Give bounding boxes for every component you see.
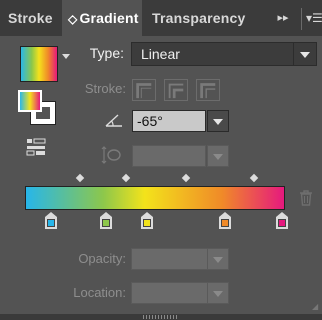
location-input[interactable] [131,282,209,304]
type-dropdown-button[interactable] [293,43,316,65]
angle-dropdown-button[interactable] [207,110,229,132]
chevron-down-icon [213,291,223,297]
opacity-input[interactable] [131,248,209,270]
angle-icon [105,114,122,127]
chevron-down-icon [213,257,223,263]
stroke-across-icon[interactable] [196,79,220,101]
tab-bar: Stroke ◇ Gradient Transparency ▸▸ ▾☰ [0,0,322,36]
midpoint-marker[interactable] [249,173,259,183]
midpoint-marker[interactable] [122,173,131,183]
angle-input[interactable]: -65° [132,110,206,132]
trash-icon[interactable] [299,190,313,206]
type-label: Type: [89,45,124,61]
fill-swatch[interactable] [18,90,42,112]
gradient-swatch[interactable] [20,46,58,82]
type-select[interactable]: Linear [131,42,317,66]
color-stop[interactable] [99,212,112,229]
gradient-slider[interactable] [25,186,285,210]
reverse-gradient-icon[interactable] [26,138,46,156]
location-label: Location: [73,285,126,300]
tab-overflow-icon[interactable]: ▸▸ [272,0,294,36]
type-value: Linear [141,46,180,62]
stroke-along-icon[interactable] [164,79,188,101]
color-stop[interactable] [141,212,154,229]
updown-icon: ◇ [68,12,78,26]
chevron-down-icon [213,119,223,125]
midpoint-marker[interactable] [181,173,191,183]
aspect-ratio-icon [101,146,121,164]
corner-resize-icon[interactable]: ◢ [312,302,320,311]
fill-stroke-icon[interactable] [18,90,58,128]
aspect-ratio-input[interactable] [132,145,206,167]
chevron-down-icon[interactable] [62,54,70,59]
chevron-down-icon [213,154,223,160]
tab-transparency[interactable]: Transparency [142,0,262,36]
tab-stroke[interactable]: Stroke [0,0,62,36]
location-dropdown-button[interactable] [207,282,229,304]
color-stop[interactable] [276,212,289,229]
tab-gradient-label: Gradient [79,10,139,26]
opacity-label: Opacity: [78,251,126,266]
resize-grip-icon[interactable] [143,315,179,319]
opacity-dropdown-button[interactable] [207,248,229,270]
midpoint-marker[interactable] [75,173,84,183]
color-stop[interactable] [45,212,57,229]
aspect-ratio-dropdown-button[interactable] [207,145,229,167]
stroke-label: Stroke: [84,81,126,96]
gradient-panel: Stroke ◇ Gradient Transparency ▸▸ ▾☰ Type… [0,0,322,320]
panel-menu-icon[interactable]: ▾☰ [306,0,322,36]
tab-gradient[interactable]: ◇ Gradient [62,0,142,36]
tab-divider [301,8,302,30]
chevron-down-icon [300,52,310,58]
stroke-within-icon[interactable] [132,79,156,101]
color-stop[interactable] [219,212,232,229]
